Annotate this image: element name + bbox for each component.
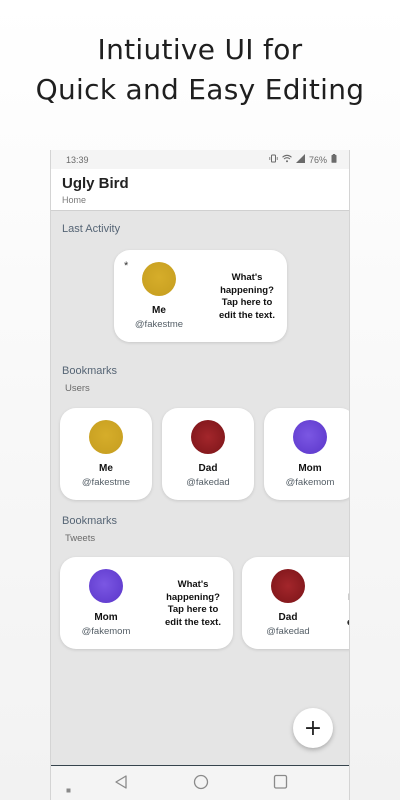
tweet-text[interactable]: What's happening? Tap here to edit the t… bbox=[340, 579, 349, 629]
battery-icon bbox=[331, 154, 337, 165]
tweet-card-dad[interactable]: Dad @fakedad What's happening? Tap here … bbox=[242, 557, 349, 649]
user-name: Me bbox=[152, 305, 166, 316]
user-handle: @fakemom bbox=[285, 477, 335, 488]
user-name: Mom bbox=[94, 612, 118, 623]
user-handle: @fakestme bbox=[81, 477, 131, 488]
tweet-card-mom[interactable]: Mom @fakemom What's happening? Tap here … bbox=[60, 557, 233, 649]
user-name: Mom bbox=[298, 463, 322, 474]
app-bar: Ugly Bird Home bbox=[51, 169, 349, 211]
section-title-bookmarks-users: Bookmarks bbox=[62, 365, 118, 377]
breadcrumb[interactable]: Home bbox=[62, 195, 349, 205]
user-handle: @fakemom bbox=[81, 626, 131, 637]
avatar bbox=[89, 420, 123, 454]
section-subtitle-tweets: Tweets bbox=[65, 533, 96, 544]
tweet-text[interactable]: What's happening? Tap here to edit the t… bbox=[158, 579, 228, 629]
signal-icon bbox=[295, 154, 305, 165]
recents-dot-icon[interactable] bbox=[66, 780, 71, 798]
avatar bbox=[191, 420, 225, 454]
user-card-mom[interactable]: Mom @fakemom bbox=[264, 408, 349, 500]
avatar bbox=[271, 569, 305, 603]
section-title-last-activity: Last Activity bbox=[62, 223, 121, 235]
user-card-dad[interactable]: Dad @fakedad bbox=[162, 408, 254, 500]
user-handle: @fakestme bbox=[134, 319, 184, 330]
vibrate-icon bbox=[269, 154, 278, 165]
status-time: 13:39 bbox=[66, 154, 89, 165]
avatar bbox=[293, 420, 327, 454]
wifi-icon bbox=[282, 154, 292, 165]
status-bar: 13:39 76% bbox=[51, 150, 349, 169]
user-card-me[interactable]: Me @fakestme bbox=[60, 408, 152, 500]
user-handle: @fakedad bbox=[186, 477, 230, 488]
promo-line-2: Quick and Easy Editing bbox=[35, 73, 365, 106]
phone-screen: 13:39 76% Ugly Bird Home Last Activity *… bbox=[50, 150, 350, 800]
home-icon[interactable] bbox=[193, 774, 209, 795]
back-icon[interactable] bbox=[114, 774, 128, 795]
app-title: Ugly Bird bbox=[62, 175, 129, 192]
avatar bbox=[142, 262, 176, 296]
tweet-text[interactable]: What's happening? Tap here to edit the t… bbox=[212, 272, 282, 322]
user-name: Dad bbox=[278, 612, 298, 623]
add-fab-button[interactable]: + bbox=[293, 708, 333, 748]
system-nav-bar bbox=[51, 765, 349, 800]
edited-marker: * bbox=[124, 260, 129, 272]
user-name: Dad bbox=[198, 463, 218, 474]
battery-percent: 76% bbox=[308, 154, 327, 165]
user-handle: @fakedad bbox=[266, 626, 310, 637]
promo-headline: Intiutive UI for Quick and Easy Editing bbox=[0, 30, 400, 110]
promo-line-1: Intiutive UI for bbox=[97, 33, 303, 66]
last-activity-card[interactable]: * Me @fakestme What's happening? Tap her… bbox=[114, 250, 287, 342]
section-title-bookmarks-tweets: Bookmarks bbox=[62, 515, 118, 527]
user-name: Me bbox=[99, 463, 113, 474]
section-subtitle-users: Users bbox=[65, 383, 90, 394]
avatar bbox=[89, 569, 123, 603]
overview-icon[interactable] bbox=[273, 774, 288, 795]
